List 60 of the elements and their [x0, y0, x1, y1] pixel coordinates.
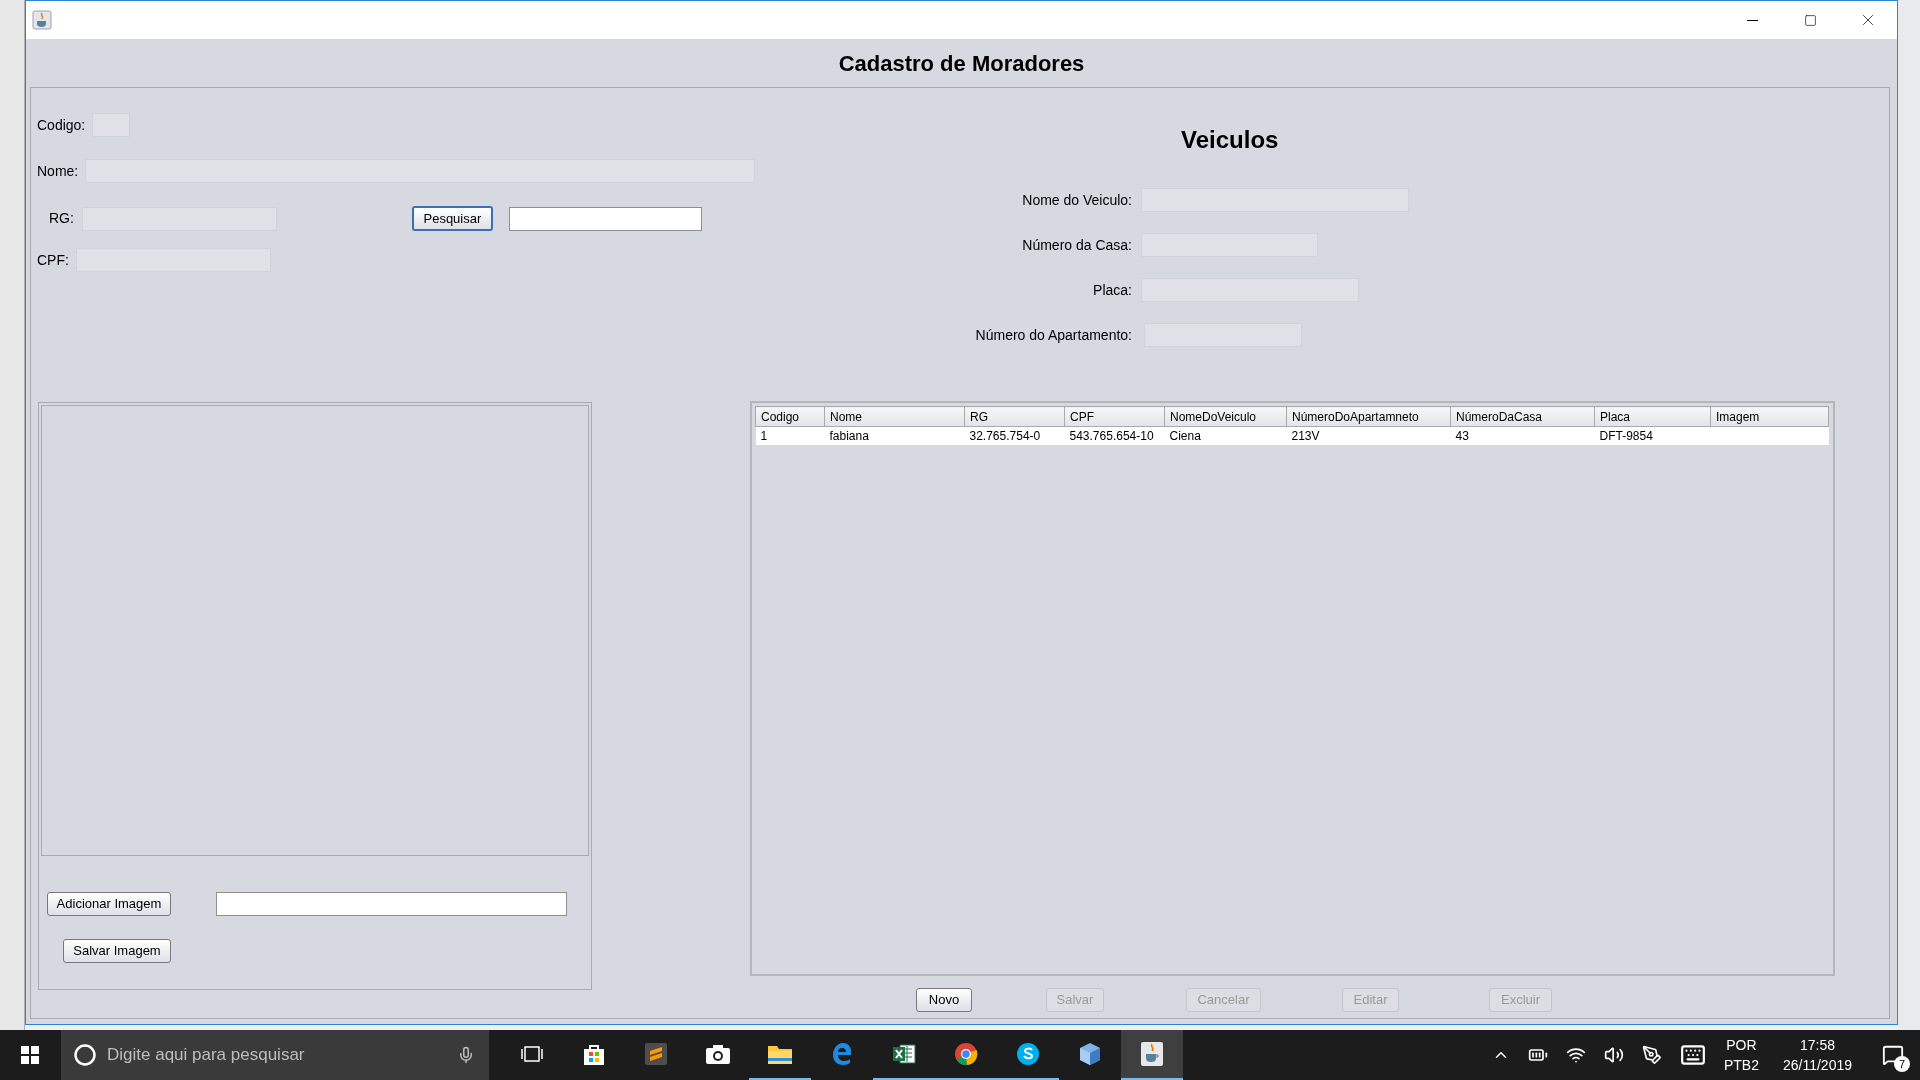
- microphone-icon[interactable]: [457, 1046, 475, 1064]
- text-field[interactable]: [216, 892, 567, 916]
- windows-start-icon[interactable]: [21, 1046, 39, 1064]
- table-cell: DFT-9854: [1594, 426, 1711, 445]
- language-code: POR: [1726, 1036, 1757, 1055]
- text-field[interactable]: [508, 206, 702, 231]
- volume-icon[interactable]: [1603, 1045, 1624, 1065]
- clock-date: 26/11/2019: [1782, 1056, 1852, 1075]
- pen-icon[interactable]: [1641, 1045, 1662, 1065]
- field-label: Número da Casa:: [1022, 235, 1132, 255]
- spreadsheet-icon[interactable]: [892, 1042, 916, 1066]
- taskbar-app[interactable]: [1121, 1030, 1183, 1080]
- action-button[interactable]: Pesquisar: [411, 206, 493, 231]
- column-header[interactable]: NúmeroDaCasa: [1450, 406, 1595, 427]
- table-cell: 43: [1450, 426, 1595, 445]
- field-label: Nome:: [37, 161, 79, 181]
- layout-code: PTB2: [1723, 1056, 1759, 1075]
- column-header[interactable]: Placa: [1594, 406, 1711, 427]
- field-label: CPF:: [37, 250, 69, 270]
- column-header[interactable]: NomeDoVeiculo: [1164, 406, 1287, 427]
- keyboard-icon[interactable]: [1679, 1042, 1706, 1068]
- shopping-bag-icon[interactable]: [582, 1042, 606, 1066]
- field-label: Placa:: [1093, 280, 1132, 300]
- maximize-icon: [1803, 13, 1817, 27]
- column-header[interactable]: Imagem: [1710, 406, 1829, 427]
- search-field[interactable]: Digite aqui para pesquisar: [61, 1030, 489, 1080]
- table-cell: 543.765.654-10: [1064, 426, 1165, 445]
- notifications-icon: [1882, 1044, 1904, 1066]
- column-header[interactable]: NúmeroDoApartamneto: [1286, 406, 1451, 427]
- table-cell: 213V: [1286, 426, 1451, 445]
- field-label: Número do Apartamento:: [975, 325, 1132, 345]
- wifi-icon[interactable]: [1565, 1045, 1586, 1065]
- field-label: RG:: [49, 209, 74, 228]
- task-view-icon[interactable]: [521, 1044, 543, 1064]
- field-label: Nome do Veiculo:: [1022, 190, 1132, 210]
- field-label: Codigo:: [37, 115, 86, 135]
- minimize-icon: [1746, 19, 1758, 21]
- camera-icon[interactable]: [705, 1043, 731, 1065]
- notification-count: 7: [1894, 1056, 1910, 1072]
- cube-icon[interactable]: [1078, 1042, 1102, 1066]
- column-header[interactable]: CPF: [1064, 406, 1165, 427]
- notifications-button[interactable]: 7: [1876, 1038, 1910, 1072]
- window-heading: Cadastro de Moradores: [838, 49, 1085, 78]
- clock-time: 17:58: [1799, 1036, 1835, 1055]
- action-button[interactable]: Novo: [916, 988, 972, 1012]
- table-cell: 32.765.754-0: [964, 426, 1065, 445]
- column-header[interactable]: Nome: [824, 406, 965, 427]
- search-placeholder: Digite aqui para pesquisar: [107, 1044, 305, 1067]
- table-cell: 1: [755, 426, 825, 445]
- table-cell: Ciena: [1164, 426, 1287, 445]
- table-cell: fabiana: [824, 426, 965, 445]
- column-header[interactable]: Codigo: [755, 406, 825, 427]
- clock[interactable]: 17:58 26/11/2019: [1782, 1035, 1852, 1075]
- language-indicator[interactable]: POR PTB2: [1723, 1035, 1759, 1075]
- column-header[interactable]: RG: [964, 406, 1065, 427]
- folder-icon[interactable]: [767, 1043, 793, 1065]
- action-button[interactable]: Adicionar Imagem: [47, 892, 171, 916]
- section-title: Veiculos: [1181, 125, 1280, 155]
- action-button[interactable]: Salvar Imagem: [63, 938, 171, 963]
- cortana-icon: [73, 1043, 97, 1067]
